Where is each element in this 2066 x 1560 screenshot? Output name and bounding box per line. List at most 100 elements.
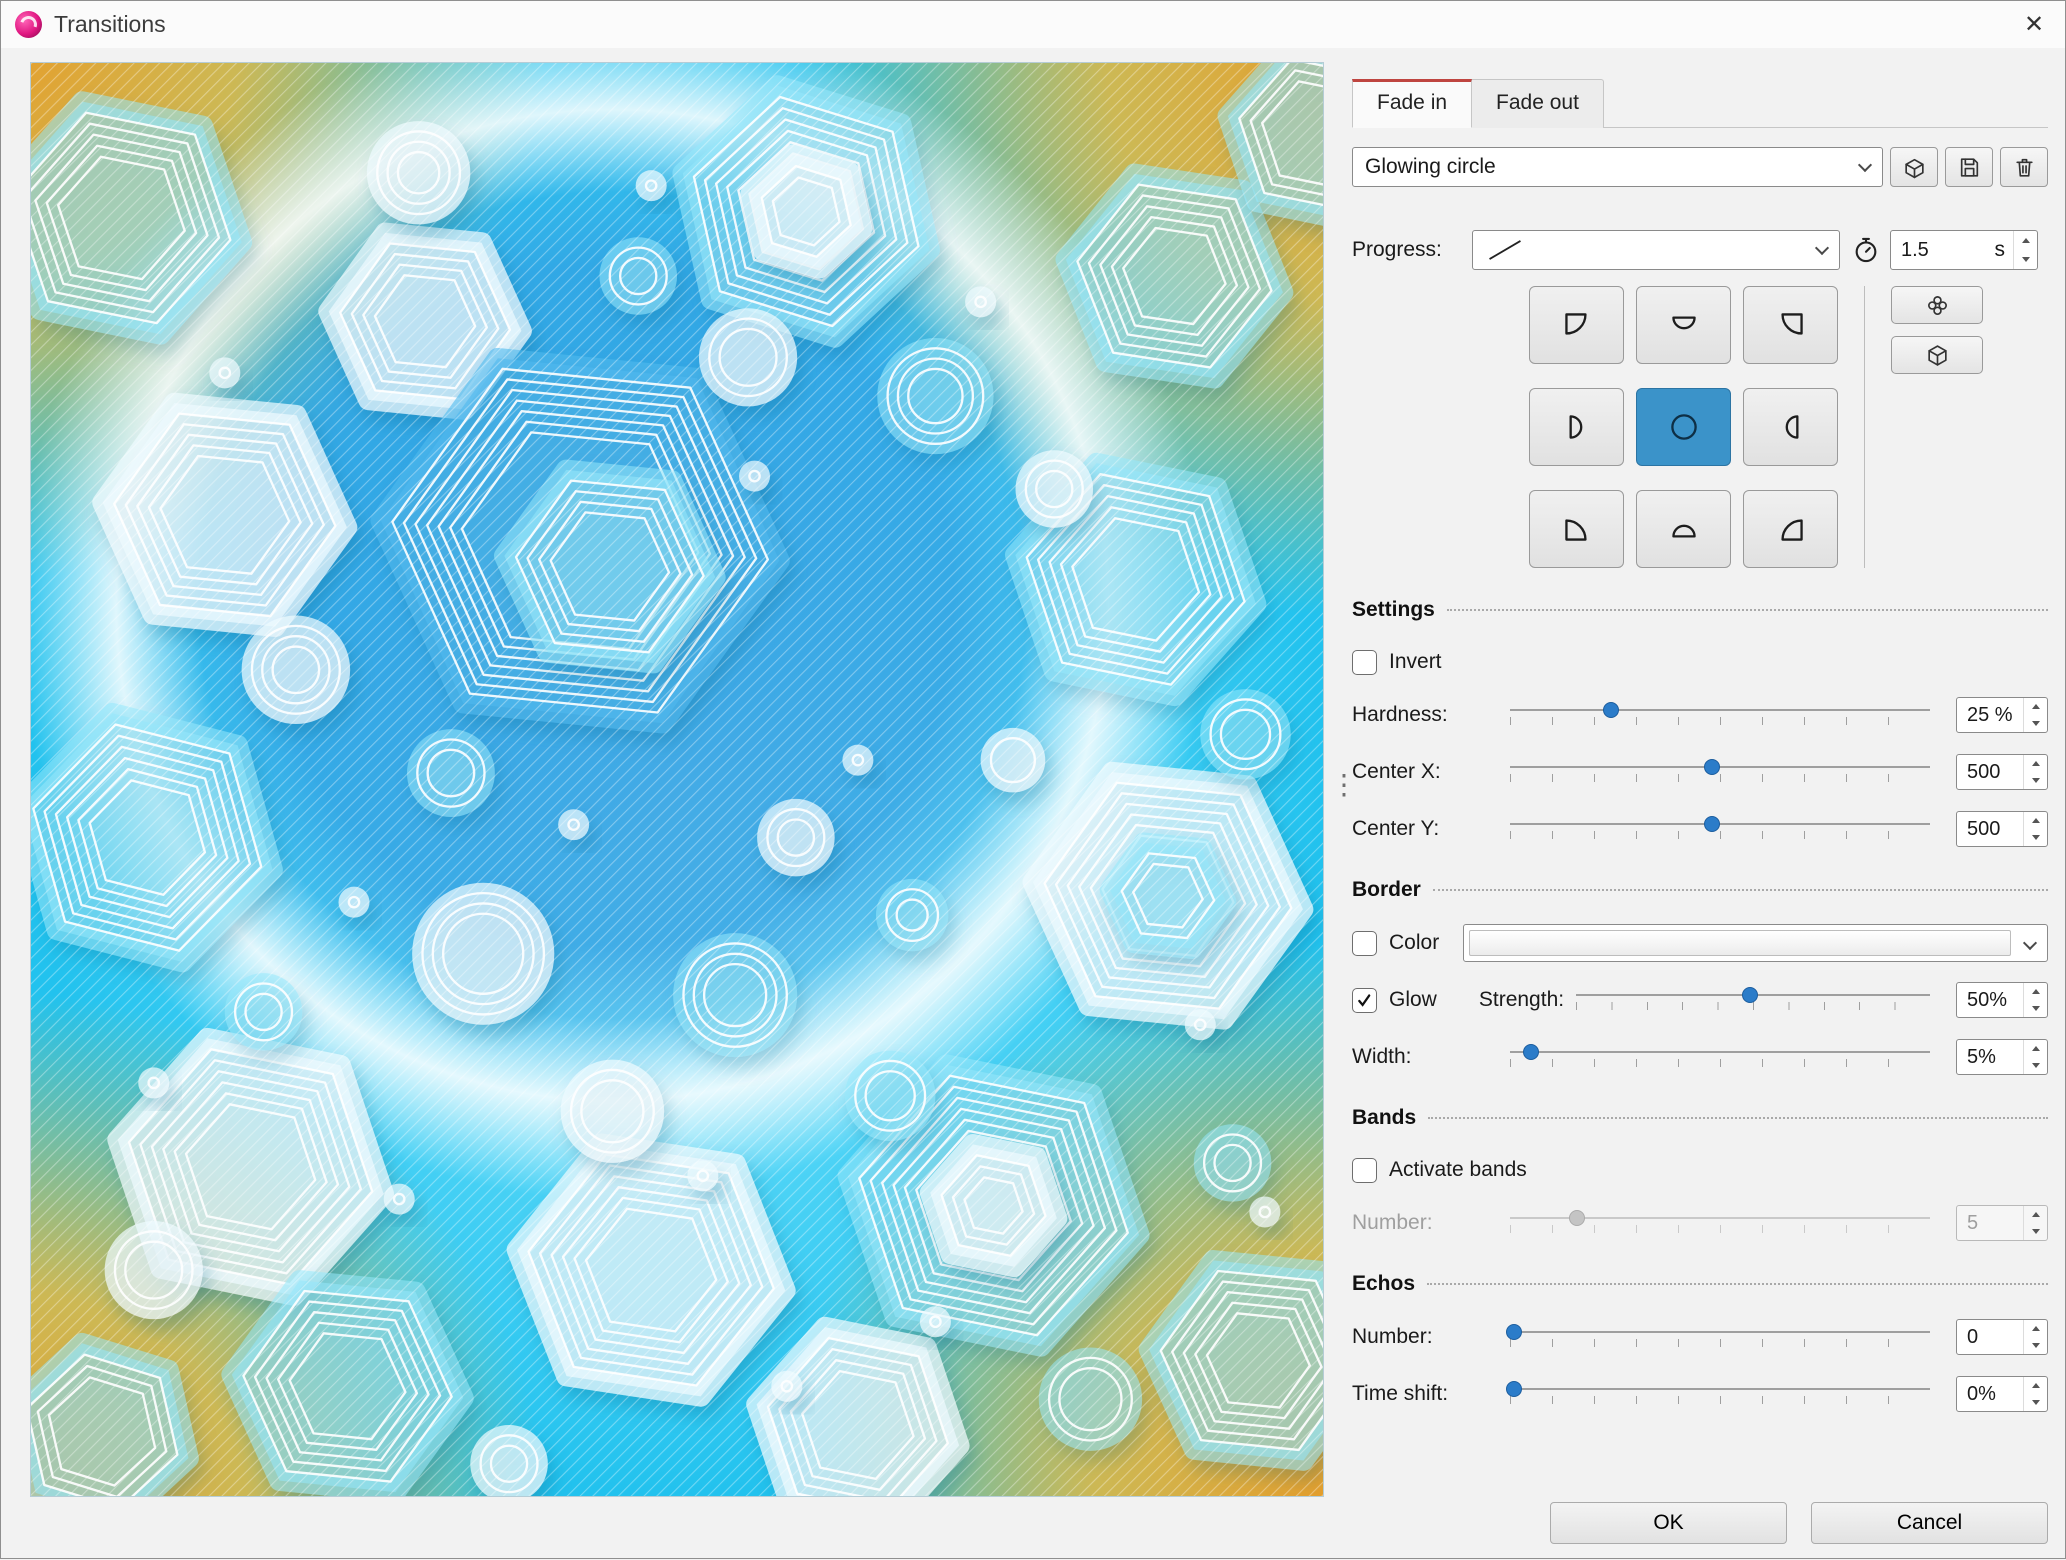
spin-down-button[interactable] (2014, 250, 2037, 269)
spin-up-button[interactable] (2024, 1320, 2047, 1337)
position-top-button[interactable] (1636, 286, 1731, 364)
spin-up-button[interactable] (2024, 1040, 2047, 1057)
time-shift-slider[interactable] (1506, 1379, 1930, 1409)
slider-ticks (1510, 1225, 1930, 1233)
position-bottom-button[interactable] (1636, 490, 1731, 568)
position-right-button[interactable] (1743, 388, 1838, 466)
spin-up-button[interactable] (2024, 983, 2047, 1000)
slider-handle[interactable] (1506, 1381, 1523, 1397)
slider-ticks (1510, 831, 1930, 839)
load-preset-button[interactable] (1890, 147, 1938, 187)
transitions-dialog: { "window": { "title": "Transitions", "c… (0, 0, 2066, 1559)
cancel-button[interactable]: Cancel (1811, 1502, 2048, 1544)
position-center-button[interactable] (1636, 388, 1731, 466)
bands-section-header: Bands (1352, 1103, 2048, 1133)
preset-combo[interactable]: Glowing circle (1352, 147, 1883, 187)
save-preset-button[interactable] (1945, 147, 1993, 187)
spin-down-button[interactable] (2024, 1337, 2047, 1354)
time-shift-spinbox[interactable]: 0% (1956, 1376, 2048, 1412)
circle-center-icon (1670, 414, 1697, 440)
spin-up-button[interactable] (2024, 812, 2047, 829)
ok-button[interactable]: OK (1550, 1502, 1787, 1544)
slider-ticks (1510, 717, 1930, 725)
combo-arrow-zone[interactable] (2013, 925, 2047, 961)
spin-up-button[interactable] (2024, 698, 2047, 715)
titlebar: Transitions ✕ (1, 1, 2065, 48)
duration-spinbox[interactable]: 1.5 s (1890, 230, 2038, 270)
glow-strength-spinbox[interactable]: 50% (1956, 982, 2048, 1018)
glow-strength-slider[interactable] (1576, 985, 1930, 1015)
close-button[interactable]: ✕ (2011, 5, 2057, 45)
up-arrow-icon (2031, 761, 2040, 766)
center-x-value: 500 (1967, 760, 2001, 783)
origin-grid-area (1529, 286, 2048, 568)
spin-down-button[interactable] (2024, 1000, 2047, 1017)
dotted-leader (1428, 1117, 2048, 1119)
down-arrow-icon (2031, 835, 2040, 840)
position-left-button[interactable] (1529, 388, 1624, 466)
border-width-spinbox[interactable]: 5% (1956, 1039, 2048, 1075)
cube-button[interactable] (1891, 336, 1983, 374)
center-x-label: Center X: (1352, 760, 1441, 783)
up-arrow-icon (2031, 1326, 2040, 1331)
transition-preview-image (31, 63, 1323, 1496)
center-x-spinbox[interactable]: 500 (1956, 754, 2048, 790)
slider-handle[interactable] (1703, 759, 1720, 775)
circle-bottom-icon (1671, 524, 1696, 538)
center-x-slider[interactable] (1510, 757, 1930, 787)
app-logo-icon (15, 11, 42, 38)
hardness-spinbox[interactable]: 25 % (1956, 697, 2048, 733)
slider-handle[interactable] (1703, 816, 1720, 832)
spin-down-button[interactable] (2024, 715, 2047, 732)
slider-track (1510, 1331, 1930, 1333)
slider-handle[interactable] (1506, 1324, 1523, 1340)
up-arrow-icon (2031, 1383, 2040, 1388)
echos-number-spinbox[interactable]: 0 (1956, 1319, 2048, 1355)
activate-bands-checkbox[interactable] (1352, 1157, 1377, 1183)
circle-top-left-icon (1564, 313, 1587, 335)
bands-number-slider (1510, 1208, 1930, 1238)
slider-handle[interactable] (1602, 702, 1619, 718)
slider-handle[interactable] (1741, 987, 1758, 1003)
spin-up-button[interactable] (2024, 1377, 2047, 1394)
position-top-left-button[interactable] (1529, 286, 1624, 364)
center-y-slider[interactable] (1510, 814, 1930, 844)
hardness-slider[interactable] (1510, 700, 1930, 730)
spin-up-button[interactable] (2014, 231, 2037, 250)
spin-arrows (2023, 755, 2047, 789)
spin-up-button[interactable] (2024, 755, 2047, 772)
position-top-right-button[interactable] (1743, 286, 1838, 364)
glow-strength-row: Glow Strength: 50% (1352, 981, 2048, 1019)
color-checkbox[interactable] (1352, 930, 1377, 956)
echos-number-label: Number: (1352, 1325, 1433, 1348)
clover-button[interactable] (1891, 286, 1983, 324)
center-y-spinbox[interactable]: 500 (1956, 811, 2048, 847)
spin-arrows (2023, 1206, 2047, 1240)
progress-label: Progress: (1352, 238, 1442, 261)
position-bottom-left-button[interactable] (1529, 490, 1624, 568)
dotted-leader (1432, 889, 2048, 891)
hardness-value: 25 % (1967, 703, 2013, 726)
spin-down-button[interactable] (2024, 1394, 2047, 1411)
spin-arrows (2023, 983, 2047, 1017)
invert-checkbox[interactable] (1352, 649, 1377, 675)
spin-down-button[interactable] (2024, 829, 2047, 846)
spin-down-button[interactable] (2024, 1057, 2047, 1074)
center-y-label: Center Y: (1352, 817, 1440, 840)
border-width-slider[interactable] (1510, 1042, 1930, 1072)
bands-number-value: 5 (1967, 1211, 1979, 1234)
border-width-value: 5% (1967, 1045, 1996, 1068)
duration-value: 1.5 (1901, 238, 1929, 261)
slider-handle[interactable] (1523, 1044, 1539, 1060)
tab-fade-out[interactable]: Fade out (1472, 79, 1604, 128)
delete-preset-button[interactable] (2000, 147, 2048, 187)
position-bottom-right-button[interactable] (1743, 490, 1838, 568)
hardness-row: Hardness: 25 % (1352, 696, 2048, 734)
glow-checkbox[interactable] (1352, 987, 1377, 1013)
slider-track (1510, 823, 1930, 825)
border-color-combo[interactable] (1463, 924, 2048, 962)
tab-fade-in[interactable]: Fade in (1352, 79, 1473, 128)
progress-curve-combo[interactable] (1472, 230, 1840, 270)
echos-number-slider[interactable] (1506, 1322, 1930, 1352)
spin-down-button[interactable] (2024, 772, 2047, 789)
